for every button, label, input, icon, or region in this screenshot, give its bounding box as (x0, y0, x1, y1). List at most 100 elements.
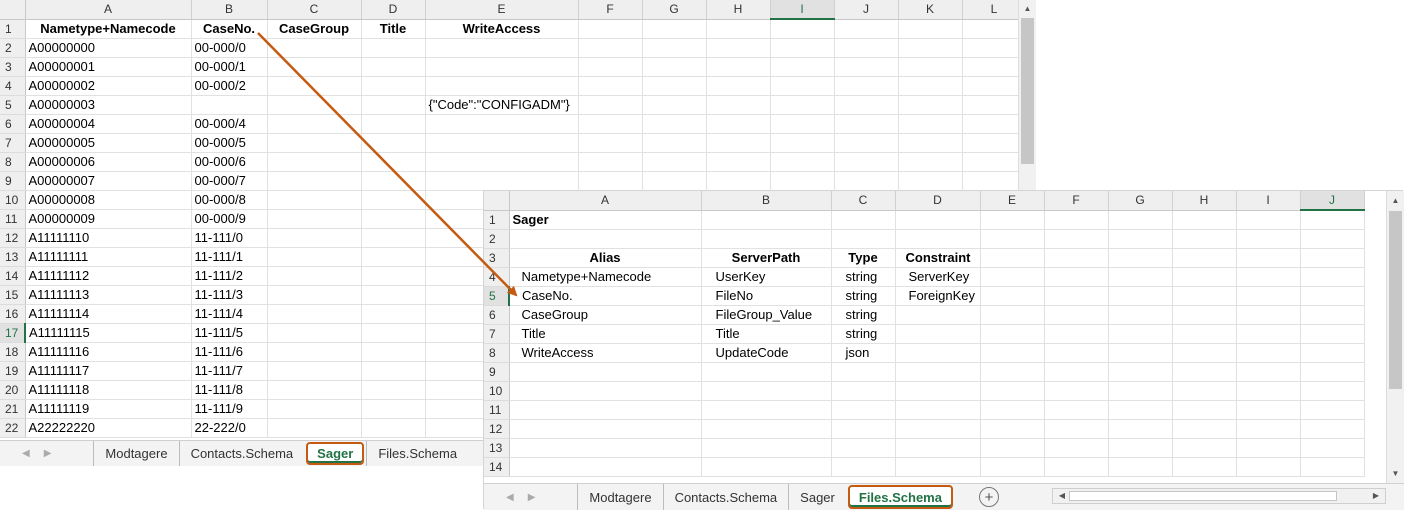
row-header[interactable]: 13 (0, 247, 26, 267)
cell[interactable] (361, 171, 426, 191)
cell[interactable]: CaseNo. (191, 19, 268, 39)
cell[interactable]: A11111114 (25, 304, 192, 324)
cell[interactable] (898, 95, 963, 115)
row-header[interactable]: 20 (0, 380, 26, 400)
cell[interactable] (898, 19, 963, 39)
cell[interactable] (834, 95, 899, 115)
column-header[interactable]: E (980, 191, 1045, 211)
cell[interactable] (578, 19, 643, 39)
cell[interactable] (1172, 286, 1237, 306)
cell[interactable]: A00000001 (25, 57, 192, 77)
cell[interactable]: json (831, 343, 896, 363)
cell[interactable] (898, 171, 963, 191)
cell[interactable] (1172, 381, 1237, 401)
cell[interactable]: FileGroup_Value (701, 305, 832, 325)
cell[interactable] (980, 286, 1045, 306)
cell[interactable] (642, 57, 707, 77)
row-header[interactable]: 14 (484, 457, 510, 477)
row-header[interactable]: 5 (484, 286, 510, 306)
cell[interactable] (191, 95, 268, 115)
column-header[interactable]: D (895, 191, 981, 211)
cell[interactable] (267, 323, 362, 343)
column-header[interactable]: A (509, 191, 702, 211)
cell[interactable] (831, 362, 896, 382)
cell[interactable] (898, 38, 963, 58)
select-all-corner[interactable] (0, 0, 26, 20)
row-header[interactable]: 17 (0, 323, 26, 343)
cell[interactable] (1108, 286, 1173, 306)
cell[interactable] (509, 362, 702, 382)
cell[interactable] (834, 114, 899, 134)
column-header[interactable]: D (361, 0, 426, 20)
cell[interactable] (980, 438, 1045, 458)
cell[interactable]: A11111118 (25, 380, 192, 400)
cell[interactable] (361, 361, 426, 381)
select-all-corner[interactable] (484, 191, 510, 211)
cell[interactable] (642, 114, 707, 134)
cell[interactable]: 11-111/7 (191, 361, 268, 381)
column-header[interactable]: K (898, 0, 963, 20)
cell[interactable] (1108, 343, 1173, 363)
cell[interactable] (267, 209, 362, 229)
cell[interactable] (1172, 438, 1237, 458)
cell[interactable] (980, 381, 1045, 401)
cell[interactable] (267, 171, 362, 191)
column-header[interactable]: L (962, 0, 1027, 20)
cell[interactable] (1108, 381, 1173, 401)
cell[interactable] (831, 438, 896, 458)
cell[interactable] (425, 152, 579, 172)
cell[interactable] (770, 114, 835, 134)
cell[interactable] (1236, 438, 1301, 458)
column-header[interactable]: I (1236, 191, 1301, 211)
cell[interactable] (962, 152, 1027, 172)
cell[interactable] (831, 419, 896, 439)
cell[interactable] (895, 343, 981, 363)
cell[interactable] (361, 418, 426, 438)
cell[interactable] (425, 76, 579, 96)
cell[interactable] (706, 95, 771, 115)
cell[interactable] (706, 152, 771, 172)
cell[interactable] (706, 38, 771, 58)
cell[interactable] (361, 228, 426, 248)
cell[interactable] (578, 95, 643, 115)
column-header[interactable]: H (1172, 191, 1237, 211)
cell[interactable] (701, 400, 832, 420)
scroll-down-icon[interactable]: ▼ (1387, 467, 1404, 481)
cell[interactable] (267, 304, 362, 324)
cell[interactable] (1172, 457, 1237, 477)
cell[interactable] (361, 57, 426, 77)
row-header[interactable]: 1 (484, 210, 510, 230)
cell[interactable] (706, 76, 771, 96)
column-header[interactable]: G (642, 0, 707, 20)
cell[interactable] (770, 152, 835, 172)
row-header[interactable]: 7 (0, 133, 26, 153)
cell[interactable] (1172, 305, 1237, 325)
row-header[interactable]: 1 (0, 19, 26, 39)
row-header[interactable]: 21 (0, 399, 26, 419)
cell[interactable] (770, 171, 835, 191)
cell[interactable] (1236, 419, 1301, 439)
cell[interactable] (706, 133, 771, 153)
cell[interactable]: A00000005 (25, 133, 192, 153)
cell[interactable]: WriteAccess (509, 343, 702, 363)
cell[interactable]: 11-111/5 (191, 323, 268, 343)
cell[interactable] (509, 457, 702, 477)
cell[interactable] (425, 57, 579, 77)
cell[interactable] (1236, 362, 1301, 382)
cell[interactable] (980, 419, 1045, 439)
cell[interactable] (1108, 438, 1173, 458)
cell[interactable] (895, 362, 981, 382)
cell[interactable]: FileNo (701, 286, 832, 306)
row-header[interactable]: 18 (0, 342, 26, 362)
cell[interactable]: ForeignKey (895, 286, 981, 306)
scroll-up-icon[interactable]: ▲ (1019, 2, 1036, 16)
tab-contacts-schema[interactable]: Contacts.Schema (178, 441, 305, 466)
cell[interactable]: UpdateCode (701, 343, 832, 363)
cell[interactable] (701, 457, 832, 477)
cell[interactable] (267, 114, 362, 134)
cell[interactable] (980, 267, 1045, 287)
cell[interactable] (642, 171, 707, 191)
cell[interactable]: A11111110 (25, 228, 192, 248)
tab-modtagere[interactable]: Modtagere (93, 441, 178, 466)
cell[interactable]: 22-222/0 (191, 418, 268, 438)
